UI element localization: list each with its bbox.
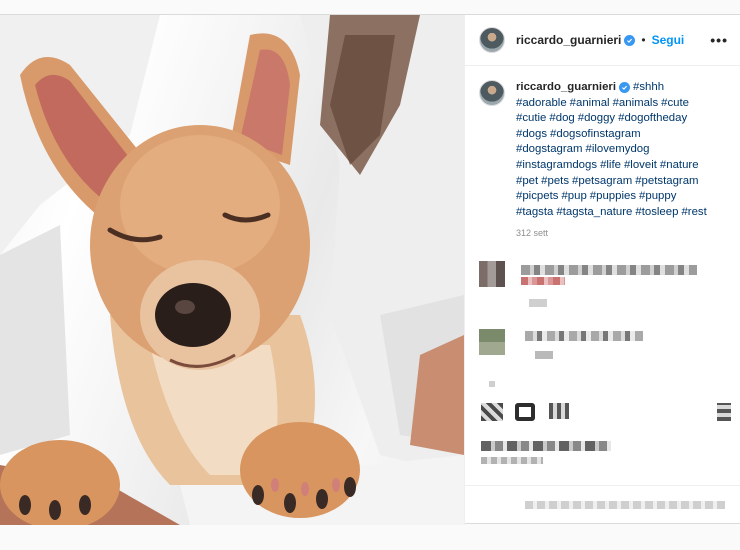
hashtag[interactable]: #adorable <box>516 97 567 109</box>
dog-photo-illustration <box>0 15 464 525</box>
hashtag[interactable]: #dogstagram <box>516 143 583 155</box>
caption-text: riccardo_guarnieri #shhh #adorable #animal… <box>516 80 728 220</box>
hashtag[interactable]: #dog <box>549 112 574 124</box>
hashtag[interactable]: #pets <box>541 175 569 187</box>
hashtag[interactable]: #dogoftheday <box>618 112 687 124</box>
hashtag[interactable]: #pup <box>561 190 586 202</box>
date-text-blur <box>481 457 543 464</box>
hashtag[interactable]: #picpets <box>516 190 558 202</box>
comment-avatar-blur <box>479 261 505 287</box>
verified-badge-icon <box>624 34 636 46</box>
comment-text-blur <box>521 265 697 275</box>
hashtag[interactable]: #dogsofinstagram <box>550 128 641 140</box>
hashtag[interactable]: #rest <box>681 206 706 218</box>
share-icon[interactable] <box>549 403 569 419</box>
hashtag[interactable]: #animals <box>613 97 659 109</box>
like-icon[interactable] <box>481 403 503 421</box>
post-sidebar: riccardo_guarnieri • Segui ••• riccardo_… <box>464 15 740 525</box>
hashtag[interactable]: #dogs <box>516 128 547 140</box>
comment-text-blur <box>535 351 553 359</box>
hashtag[interactable]: #nature <box>660 159 699 171</box>
comment-text-blur <box>521 277 565 285</box>
post-header: riccardo_guarnieri • Segui ••• <box>465 15 740 66</box>
more-options-icon[interactable]: ••• <box>710 32 728 48</box>
hashtag[interactable]: #pet <box>516 175 538 187</box>
comment-avatar-blur <box>479 329 505 355</box>
caption-body: riccardo_guarnieri #shhh #adorable #animal… <box>516 80 728 242</box>
hashtag[interactable]: #ilovemydog <box>586 143 650 155</box>
comment-icon[interactable] <box>515 403 535 421</box>
hashtag[interactable]: #tagsta_nature <box>556 206 632 218</box>
hashtag[interactable]: #cute <box>661 97 689 109</box>
save-icon[interactable] <box>717 403 731 421</box>
hashtag[interactable]: #loveit <box>624 159 657 171</box>
hashtag[interactable]: #petsagram <box>572 175 632 187</box>
hashtag[interactable]: #cutie <box>516 112 546 124</box>
hashtag[interactable]: #petstagram <box>635 175 698 187</box>
comment-meta-blur <box>529 299 547 307</box>
hashtag[interactable]: #doggy <box>578 112 615 124</box>
post-caption: riccardo_guarnieri #shhh #adorable #animal… <box>465 66 740 242</box>
comment-input-placeholder-blur <box>525 501 725 509</box>
hashtag[interactable]: #shhh <box>633 81 664 93</box>
hashtag[interactable]: #tagsta <box>516 206 553 218</box>
post-photo[interactable] <box>0 15 464 525</box>
caption-username[interactable]: riccardo_guarnieri <box>516 81 616 93</box>
hashtag[interactable]: #tosleep <box>635 206 678 218</box>
hashtag[interactable]: #puppies <box>590 190 636 202</box>
hashtag[interactable]: #animal <box>570 97 610 109</box>
comment-text-blur <box>525 331 643 341</box>
post-time: 312 sett <box>516 228 549 239</box>
hashtag[interactable]: #puppy <box>639 190 676 202</box>
hashtag[interactable]: #life <box>600 159 621 171</box>
follow-button[interactable]: Segui <box>652 33 685 47</box>
caption-avatar[interactable] <box>479 80 505 106</box>
avatar[interactable] <box>479 27 505 53</box>
comment-meta-blur <box>489 381 495 387</box>
separator: • <box>641 33 646 47</box>
verified-badge-icon <box>619 82 631 93</box>
likes-text-blur <box>481 441 611 451</box>
hashtag[interactable]: #instagramdogs <box>516 159 597 171</box>
instagram-post: riccardo_guarnieri • Segui ••• riccardo_… <box>0 14 740 525</box>
username[interactable]: riccardo_guarnieri <box>516 33 621 47</box>
